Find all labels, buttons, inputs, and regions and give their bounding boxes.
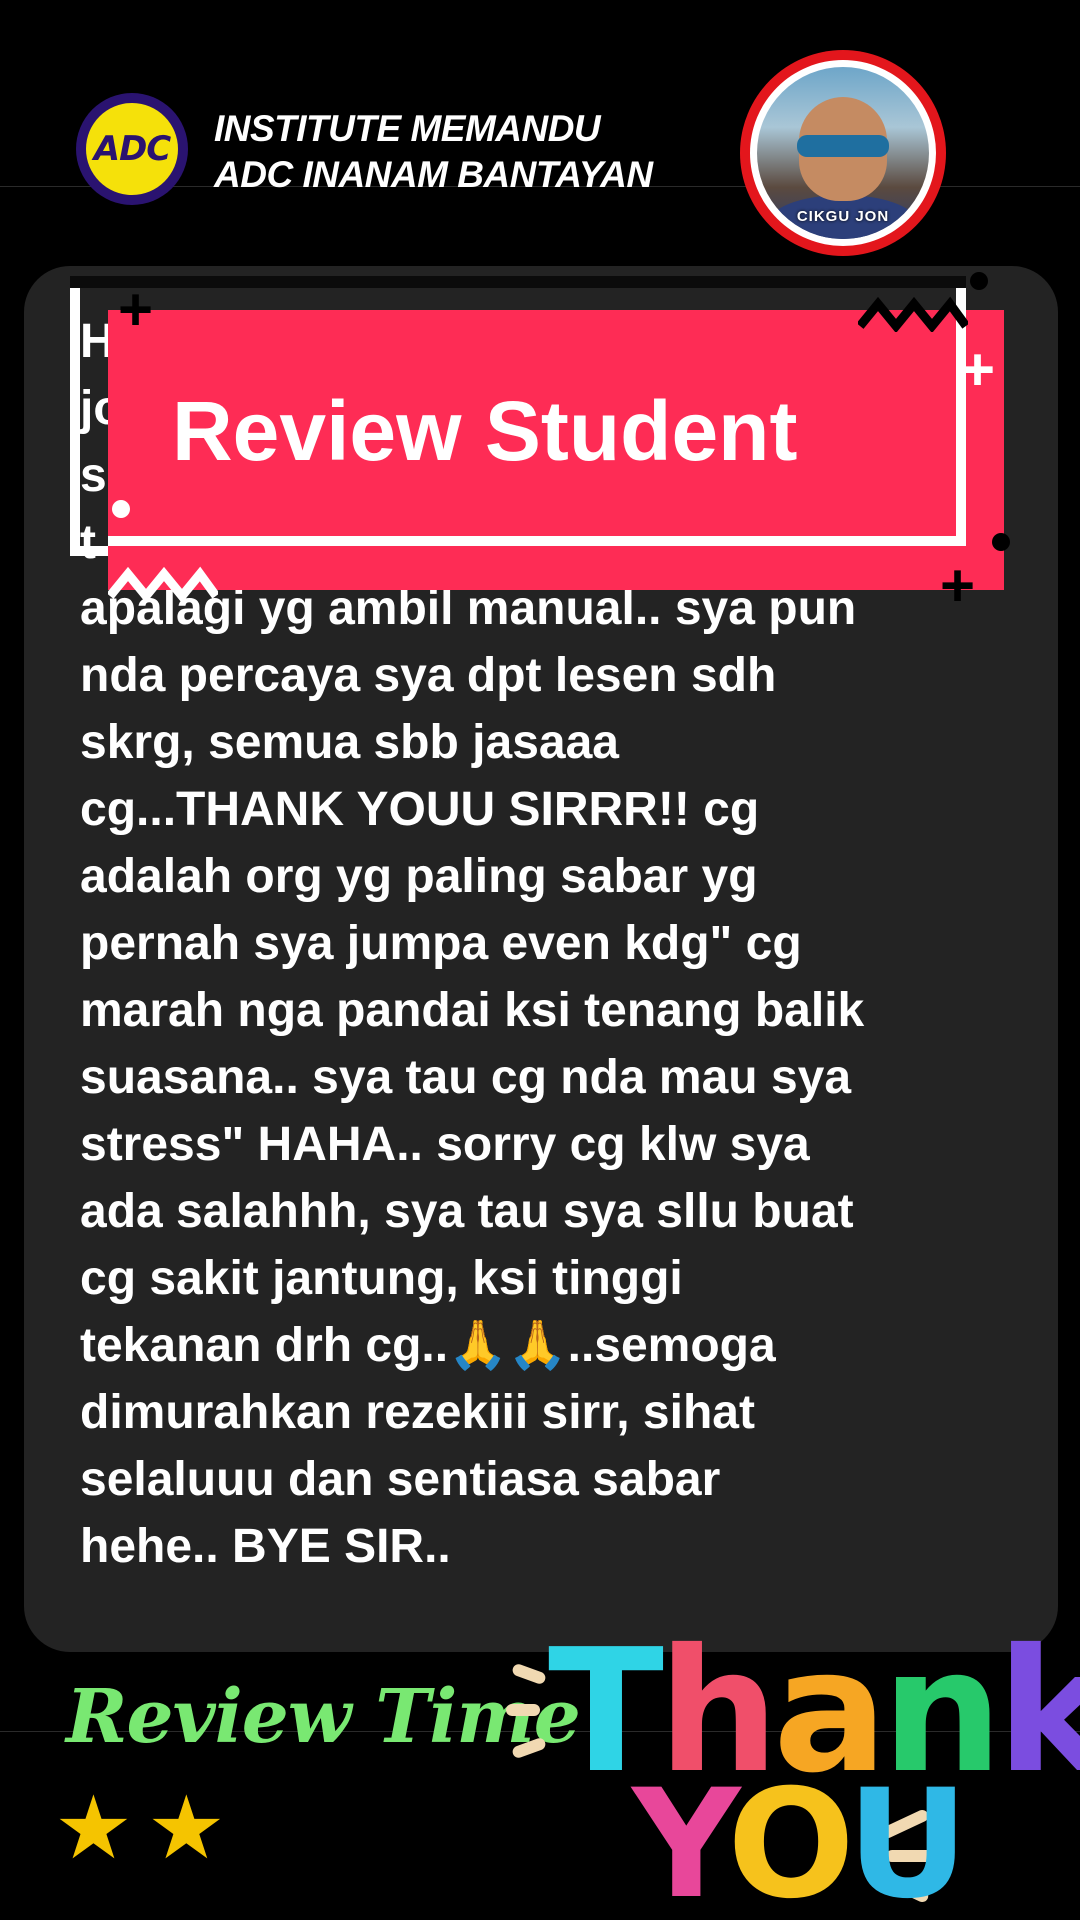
plus-icon: + [960, 336, 996, 403]
burst-line [506, 1704, 540, 1716]
star-icon: ★ [54, 1778, 133, 1877]
dot-icon [112, 500, 130, 518]
thank-letter: k [996, 1613, 1080, 1811]
brand-line-1: INSTITUTE MEMANDU [214, 108, 601, 149]
brand-name: INSTITUTE MEMANDU ADC INANAM BANTAYAN [214, 106, 653, 198]
plus-icon: + [940, 552, 976, 619]
avatar-photo: CIKGU JON [757, 67, 929, 239]
dot-icon [970, 272, 988, 290]
story-page: ADC INSTITUTE MEMANDU ADC INANAM BANTAYA… [0, 0, 1080, 1920]
you-letter: O [727, 1758, 854, 1920]
review-time-sticker: Review Time [66, 1674, 581, 1760]
dot-icon [992, 533, 1010, 551]
you-letter: Y [632, 1758, 735, 1920]
brand-line-2: ADC INANAM BANTAYAN [214, 154, 653, 195]
banner-title: Review Student [172, 384, 798, 478]
adc-logo: ADC [76, 93, 188, 205]
you-sticker: YOU [632, 1770, 969, 1920]
star-icon: ★ [146, 1778, 226, 1877]
zigzag-icon [858, 296, 968, 332]
rating-stars: ★ ★ [54, 1784, 226, 1872]
zigzag-icon [108, 566, 218, 602]
review-text: apalagi yg ambil manual.. sya pun nda pe… [80, 582, 865, 1573]
instructor-avatar: CIKGU JON [740, 50, 946, 256]
plus-icon: + [118, 276, 154, 343]
logo-text: ADC [86, 103, 178, 195]
sunglasses-icon [797, 135, 889, 157]
you-letter: U [846, 1758, 969, 1920]
avatar-label: CIKGU JON [796, 208, 890, 225]
